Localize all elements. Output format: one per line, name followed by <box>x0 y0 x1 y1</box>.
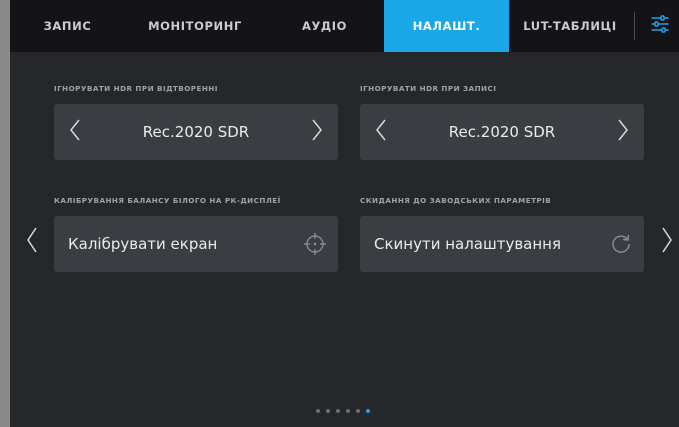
page-indicator <box>316 409 370 413</box>
page-dot[interactable] <box>346 409 350 413</box>
hdr-record-value: Rec.2020 SDR <box>448 123 556 141</box>
page-dot[interactable] <box>316 409 320 413</box>
tab-label: АУДІО <box>301 19 348 33</box>
crosshair-icon <box>302 216 328 272</box>
tab-setup[interactable]: НАЛАШТ. <box>384 0 509 52</box>
white-balance-label: КАЛІБРУВАННЯ БАЛАНСУ БІЛОГО НА РК-ДИСПЛЕ… <box>54 196 281 205</box>
tab-label: НАЛАШТ. <box>412 19 481 33</box>
chevron-right-icon <box>617 119 629 145</box>
previous-page-button[interactable] <box>22 222 42 262</box>
hdr-playback-selector: Rec.2020 SDR <box>54 104 338 160</box>
chevron-right-icon <box>311 119 323 145</box>
calibrate-screen-text: Калібрувати екран <box>68 235 218 253</box>
hdr-record-label: ІГНОРУВАТИ HDR ПРИ ЗАПИСІ <box>360 84 497 93</box>
settings-button[interactable] <box>641 0 679 52</box>
hdr-playback-label: ІГНОРУВАТИ HDR ПРИ ВІДТВОРЕННІ <box>54 84 218 93</box>
calibrate-screen-button[interactable]: Калібрувати екран <box>54 216 338 272</box>
page-dot[interactable] <box>356 409 360 413</box>
page-dot[interactable] <box>336 409 340 413</box>
page-dot[interactable] <box>326 409 330 413</box>
tab-luts[interactable]: LUT-ТАБЛИЦІ <box>509 0 631 52</box>
tab-record[interactable]: ЗАПИС <box>10 0 125 52</box>
hdr-record-next-button[interactable] <box>606 104 640 160</box>
tab-monitoring[interactable]: МОНІТОРИНГ <box>125 0 265 52</box>
page-dot-active[interactable] <box>366 409 370 413</box>
next-page-button[interactable] <box>657 222 677 262</box>
reset-icon <box>608 216 634 272</box>
hdr-playback-next-button[interactable] <box>300 104 334 160</box>
sliders-icon <box>650 14 670 38</box>
tab-divider <box>634 12 635 40</box>
device-screen: ЗАПИС МОНІТОРИНГ АУДІО НАЛАШТ. LUT-ТАБЛИ… <box>10 0 679 427</box>
factory-reset-label: СКИДАННЯ ДО ЗАВОДСЬКИХ ПАРАМЕТРІВ <box>360 196 552 205</box>
hdr-playback-value: Rec.2020 SDR <box>142 123 250 141</box>
tab-audio[interactable]: АУДІО <box>265 0 384 52</box>
setup-panel: ІГНОРУВАТИ HDR ПРИ ВІДТВОРЕННІ Rec.2020 … <box>10 52 679 427</box>
tab-label: ЗАПИС <box>43 19 92 33</box>
factory-reset-text: Скинути налаштування <box>374 235 562 253</box>
chevron-right-icon <box>661 227 673 257</box>
tab-label: LUT-ТАБЛИЦІ <box>523 19 617 33</box>
hdr-record-selector: Rec.2020 SDR <box>360 104 644 160</box>
tab-bar: ЗАПИС МОНІТОРИНГ АУДІО НАЛАШТ. LUT-ТАБЛИ… <box>10 0 679 52</box>
tab-label: МОНІТОРИНГ <box>148 19 242 33</box>
chevron-left-icon <box>26 227 38 257</box>
factory-reset-button[interactable]: Скинути налаштування <box>360 216 644 272</box>
